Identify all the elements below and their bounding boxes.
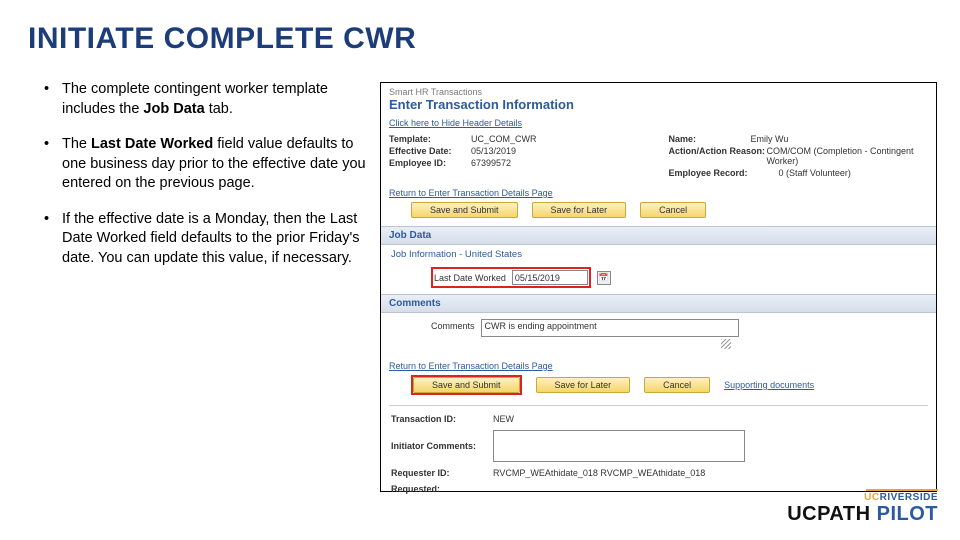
employee-id-value: 67399572 xyxy=(471,158,511,168)
template-label: Template: xyxy=(389,134,471,144)
requester-id-value: RVCMP_WEAthidate_018 RVCMP_WEAthidate_01… xyxy=(493,468,705,478)
transaction-id-value: NEW xyxy=(493,414,514,424)
save-for-later-button[interactable]: Save for Later xyxy=(532,202,627,218)
footer-logo: UCRIVERSIDE UCPATH PILOT xyxy=(787,489,938,526)
button-row-bottom: Save and Submit Save for Later Cancel Su… xyxy=(381,373,936,403)
last-date-worked-row: Last Date Worked 05/15/2019 📅 xyxy=(381,264,936,294)
return-link-bottom[interactable]: Return to Enter Transaction Details Page xyxy=(381,359,936,373)
emp-record-label: Employee Record: xyxy=(669,168,779,178)
logo-main: UCPATH PILOT xyxy=(787,503,938,526)
initiator-comments-label: Initiator Comments: xyxy=(391,441,483,451)
header-details: Template:UC_COM_CWR Effective Date:05/13… xyxy=(381,134,936,186)
screenshot-title: Enter Transaction Information xyxy=(381,97,936,116)
embedded-screenshot: Smart HR Transactions Enter Transaction … xyxy=(380,82,937,492)
template-value: UC_COM_CWR xyxy=(471,134,537,144)
logo-university: UCRIVERSIDE xyxy=(787,492,938,503)
breadcrumb: Smart HR Transactions xyxy=(381,83,936,97)
emp-record-value: 0 (Staff Volunteer) xyxy=(779,168,851,178)
last-date-worked-input[interactable]: 05/15/2019 xyxy=(512,270,588,285)
highlight-last-date-worked: Last Date Worked 05/15/2019 xyxy=(431,267,591,288)
bullet-2: The Last Date Worked field value default… xyxy=(40,135,370,194)
page-title: INITIATE COMPLETE CWR xyxy=(28,22,416,56)
save-and-submit-button-2[interactable]: Save and Submit xyxy=(413,377,520,393)
comments-input[interactable]: CWR is ending appointment xyxy=(481,319,739,337)
hide-header-link[interactable]: Click here to Hide Header Details xyxy=(381,116,936,134)
job-data-section: Job Data xyxy=(381,226,936,245)
bullet-1: The complete contingent worker template … xyxy=(40,80,370,119)
supporting-documents-link[interactable]: Supporting documents xyxy=(724,380,814,390)
save-and-submit-button[interactable]: Save and Submit xyxy=(411,202,518,218)
employee-id-label: Employee ID: xyxy=(389,158,471,168)
name-value: Emily Wu xyxy=(751,134,789,144)
comments-section: Comments xyxy=(381,294,936,313)
requester-id-label: Requester ID: xyxy=(391,468,483,478)
comments-row: Comments CWR is ending appointment xyxy=(381,313,936,359)
bullet-3: If the effective date is a Monday, then … xyxy=(40,210,370,269)
action-label: Action/Action Reason: xyxy=(669,146,767,166)
calendar-icon[interactable]: 📅 xyxy=(597,271,611,285)
slide: INITIATE COMPLETE CWR The complete conti… xyxy=(0,0,960,540)
cancel-button-2[interactable]: Cancel xyxy=(644,377,710,393)
last-date-worked-label: Last Date Worked xyxy=(434,273,506,283)
save-for-later-button-2[interactable]: Save for Later xyxy=(536,377,631,393)
logo-bar xyxy=(866,489,938,491)
job-info-subsection: Job Information - United States xyxy=(381,245,936,264)
name-label: Name: xyxy=(669,134,751,144)
button-row-top: Save and Submit Save for Later Cancel xyxy=(381,200,936,226)
bullet-list: The complete contingent worker template … xyxy=(40,80,370,285)
return-link-top[interactable]: Return to Enter Transaction Details Page xyxy=(381,186,936,200)
initiator-comments-input[interactable] xyxy=(493,430,745,462)
divider xyxy=(389,405,928,406)
comments-label: Comments xyxy=(431,319,475,331)
effective-date-label: Effective Date: xyxy=(389,146,471,156)
highlight-save-submit: Save and Submit xyxy=(411,375,522,395)
requested-label: Requested: xyxy=(391,484,483,494)
effective-date-value: 05/13/2019 xyxy=(471,146,516,156)
transaction-id-label: Transaction ID: xyxy=(391,414,483,424)
resize-handle-icon[interactable] xyxy=(721,339,731,349)
action-value: COM/COM (Completion - Contingent Worker) xyxy=(766,146,928,166)
cancel-button[interactable]: Cancel xyxy=(640,202,706,218)
